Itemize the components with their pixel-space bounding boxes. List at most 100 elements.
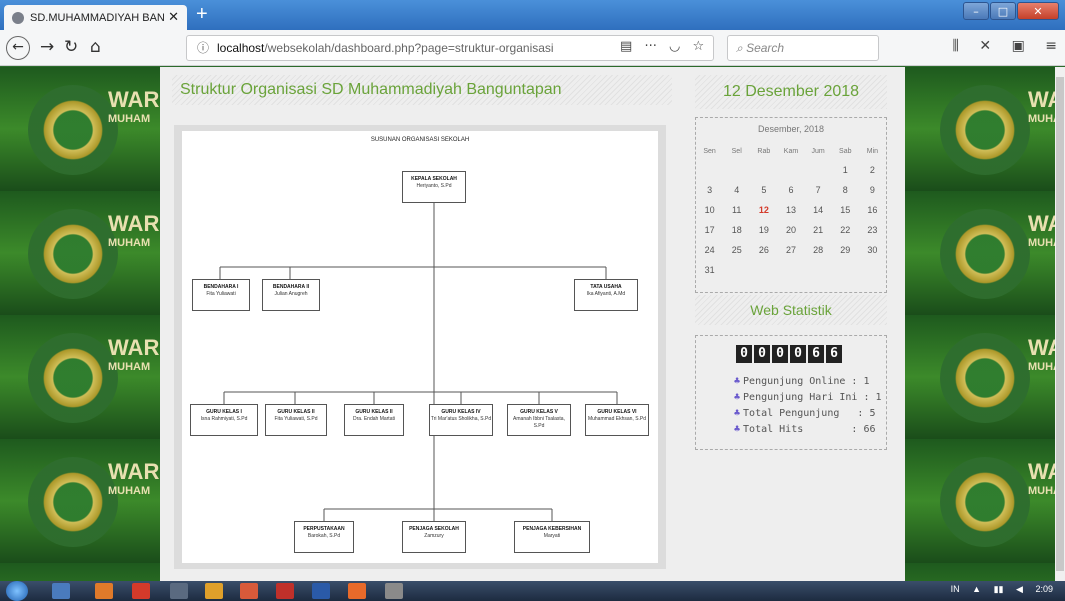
back-button[interactable]: ← <box>6 36 30 60</box>
app-icon[interactable] <box>385 583 403 599</box>
new-tab-button[interactable]: + <box>196 3 208 26</box>
calendar-day[interactable]: 16 <box>859 200 886 220</box>
calendar-day-header: Sab <box>839 148 852 155</box>
org-name: Dra. Endah Martati <box>353 416 395 422</box>
calendar-day <box>723 160 750 180</box>
reader-view-icon[interactable]: ▤ <box>620 39 632 54</box>
calendar-day[interactable]: 30 <box>859 240 886 260</box>
language-indicator[interactable]: IN <box>951 584 960 594</box>
calendar-day[interactable]: 27 <box>777 240 804 260</box>
page-actions-icon[interactable]: ··· <box>644 39 656 54</box>
calendar-day[interactable]: 20 <box>777 220 804 240</box>
background-wordmark: WARIMUHAM <box>108 211 165 249</box>
counter-digit: 6 <box>808 345 824 363</box>
stat-value: : 66 <box>851 424 876 435</box>
calendar-day[interactable]: 1 <box>832 160 859 180</box>
calendar-day[interactable]: 8 <box>832 180 859 200</box>
calendar-day-header: Sel <box>731 148 742 155</box>
org-title: GURU KELAS IV <box>441 409 481 415</box>
app-icon[interactable] <box>95 583 113 599</box>
calendar-day[interactable]: 10 <box>696 200 723 220</box>
muhammadiyah-emblem-icon <box>28 209 118 299</box>
explorer-icon[interactable] <box>52 583 70 599</box>
calendar-day[interactable]: 25 <box>723 240 750 260</box>
start-button[interactable] <box>6 581 28 601</box>
tab-close-icon[interactable]: ✕ <box>168 10 179 25</box>
calendar-day[interactable]: 29 <box>832 240 859 260</box>
app-icon[interactable] <box>205 583 223 599</box>
page-scrollbar[interactable] <box>1055 67 1065 581</box>
browser-tab[interactable]: SD.MUHAMMADIYAH BANGU ✕ <box>4 5 187 30</box>
calendar-day[interactable]: 26 <box>750 240 777 260</box>
network-icon[interactable]: ▮▮ <box>994 584 1004 594</box>
close-sidebar-icon[interactable]: ✕ <box>979 38 991 54</box>
scrollbar-thumb[interactable] <box>1056 77 1064 571</box>
clock[interactable]: 2:09 <box>1035 584 1053 594</box>
users-icon: ♣ <box>734 376 741 387</box>
calendar-day <box>777 260 804 280</box>
org-box-bendahara-2: BENDAHARA II Julian Anugreh <box>262 279 320 311</box>
word-icon[interactable] <box>312 583 330 599</box>
org-name: Barokah, S.Pd <box>307 533 341 539</box>
org-name: Maryati <box>543 533 561 539</box>
calendar-day <box>805 160 832 180</box>
calendar-today[interactable]: 12 <box>750 200 777 220</box>
calendar-day[interactable]: 23 <box>859 220 886 240</box>
background-wordmark: WARIMUHAM <box>108 459 165 497</box>
calendar-day[interactable]: 14 <box>805 200 832 220</box>
minimize-button[interactable]: – <box>963 2 989 20</box>
calendar-day[interactable]: 31 <box>696 260 723 280</box>
url-host: localhost <box>217 41 265 55</box>
calendar-day <box>696 160 723 180</box>
home-button[interactable]: ⌂ <box>90 37 101 57</box>
close-window-button[interactable]: ✕ <box>1017 2 1059 20</box>
calendar-day-header: Min <box>866 148 879 155</box>
search-input[interactable]: ⌕ Search <box>727 35 879 61</box>
calendar-day[interactable]: 13 <box>777 200 804 220</box>
calendar-day[interactable]: 24 <box>696 240 723 260</box>
calendar-day[interactable]: 5 <box>750 180 777 200</box>
reader-icon[interactable]: ▣ <box>1012 38 1025 54</box>
counter-digit: 6 <box>826 345 842 363</box>
wordmark-subtext: MUHAM <box>1028 485 1055 497</box>
calendar-day[interactable]: 11 <box>723 200 750 220</box>
calendar-day[interactable]: 6 <box>777 180 804 200</box>
wordmark-text: WARI <box>108 87 166 112</box>
calendar-day <box>859 260 886 280</box>
muhammadiyah-emblem-icon <box>940 333 1030 423</box>
firefox-icon[interactable] <box>348 583 366 599</box>
org-box-guru-4: GURU KELAS IV Tri Mar'atus Sholikha, S.P… <box>429 404 493 436</box>
calendar-day[interactable]: 28 <box>805 240 832 260</box>
org-title: BENDAHARA II <box>272 284 310 290</box>
calendar-day[interactable]: 15 <box>832 200 859 220</box>
menu-icon[interactable]: ≡ <box>1045 38 1057 54</box>
site-info-icon[interactable]: ⓘ <box>197 41 209 55</box>
app-icon[interactable] <box>240 583 258 599</box>
browser-navbar: ← → ↻ ⌂ ⓘ localhost/websekolah/dashboard.… <box>0 30 1065 66</box>
tray-up-icon[interactable]: ▲ <box>972 584 981 594</box>
calendar-day[interactable]: 3 <box>696 180 723 200</box>
muhammadiyah-emblem-icon <box>28 333 118 423</box>
forward-button[interactable]: → <box>40 37 54 57</box>
calendar-day[interactable]: 18 <box>723 220 750 240</box>
calendar-day[interactable]: 19 <box>750 220 777 240</box>
calendar-day[interactable]: 17 <box>696 220 723 240</box>
app-icon[interactable] <box>132 583 150 599</box>
calendar-day[interactable]: 22 <box>832 220 859 240</box>
pocket-icon[interactable]: ◡ <box>669 39 680 54</box>
bookmark-star-icon[interactable]: ☆ <box>692 39 704 54</box>
org-box-perpustakaan: PERPUSTAKAAN Barokah, S.Pd <box>294 521 354 553</box>
calendar-day[interactable]: 7 <box>805 180 832 200</box>
reload-button[interactable]: ↻ <box>64 37 78 57</box>
maximize-button[interactable]: □ <box>990 2 1016 20</box>
calendar-day[interactable]: 2 <box>859 160 886 180</box>
library-icon[interactable]: ⫼ <box>952 38 958 54</box>
calendar-day[interactable]: 9 <box>859 180 886 200</box>
browser-titlebar: SD.MUHAMMADIYAH BANGU ✕ + – □ ✕ <box>0 0 1065 30</box>
app-icon[interactable] <box>276 583 294 599</box>
app-icon[interactable] <box>170 583 188 599</box>
volume-icon[interactable]: ◀ <box>1016 584 1023 594</box>
stat-row: ♣ Total Hits : 66 <box>734 424 876 435</box>
calendar-day[interactable]: 4 <box>723 180 750 200</box>
calendar-day[interactable]: 21 <box>805 220 832 240</box>
